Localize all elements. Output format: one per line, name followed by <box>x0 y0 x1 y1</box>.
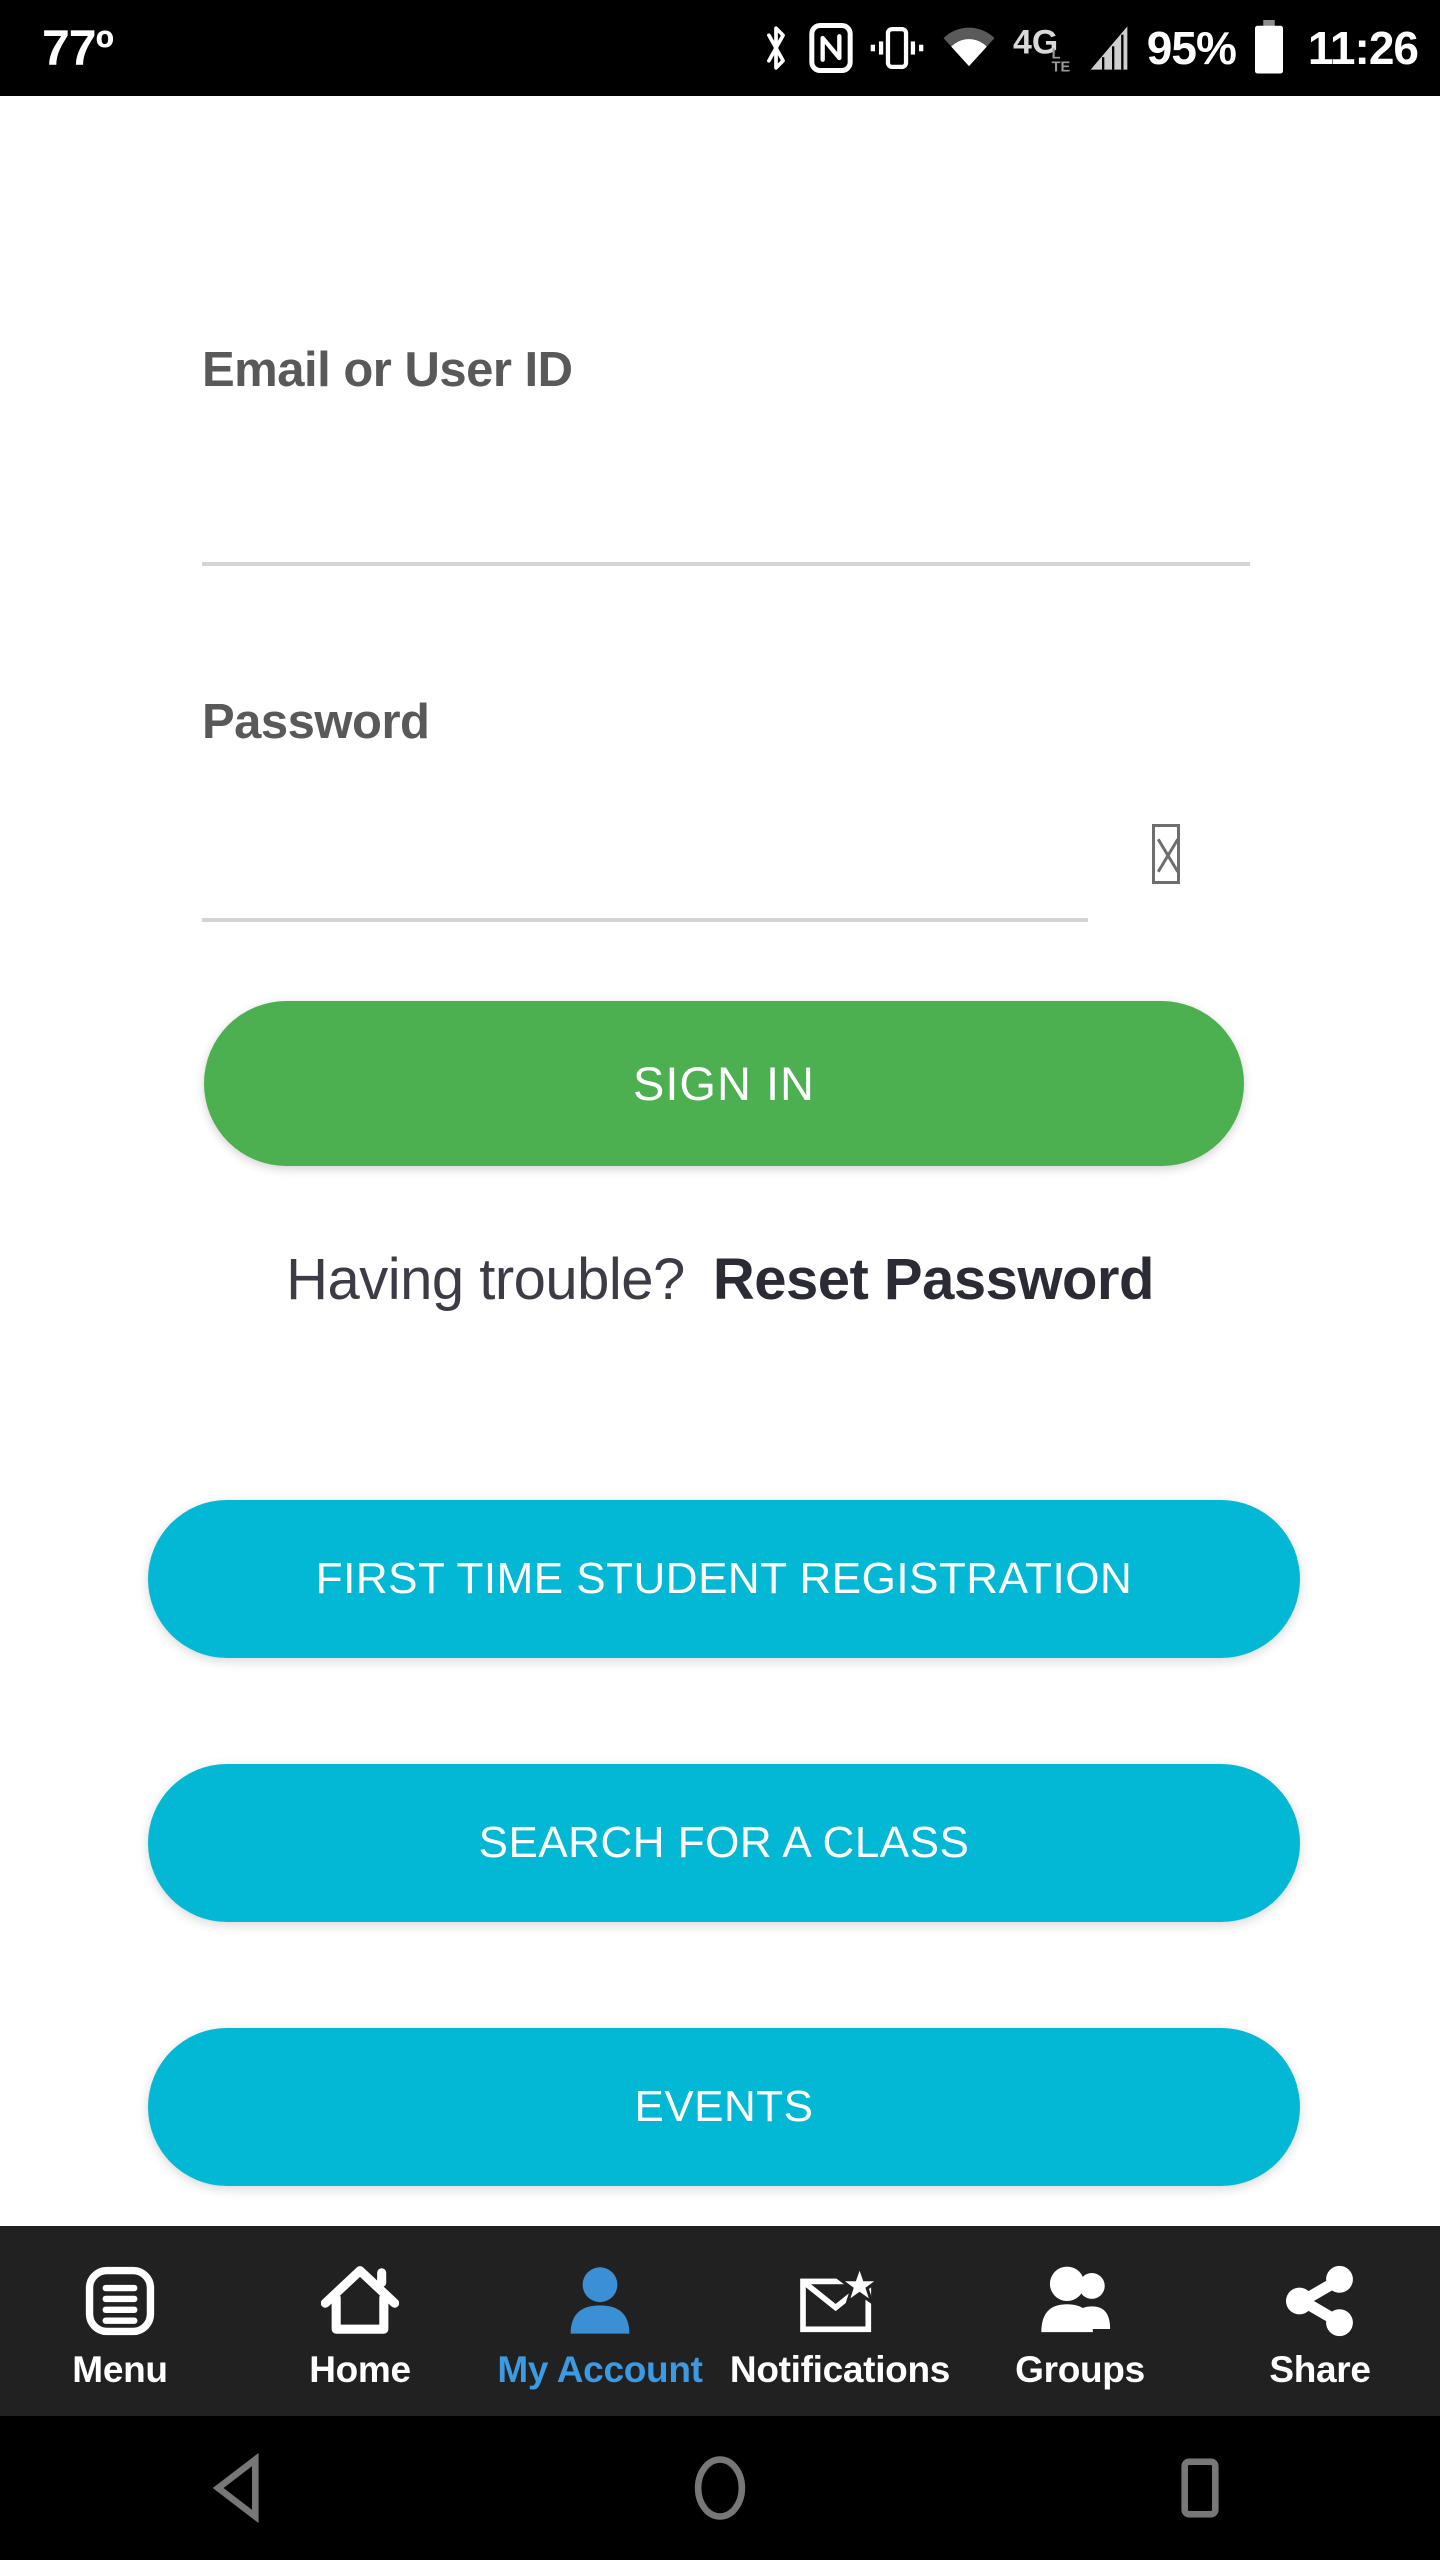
email-field-label: Email or User ID <box>202 343 573 397</box>
events-button[interactable]: EVENTS <box>148 2028 1300 2186</box>
reset-password-link[interactable]: Reset Password <box>713 1246 1155 1313</box>
android-navigation-bar <box>0 2416 1440 2560</box>
tab-label-home: Home <box>309 2349 411 2390</box>
people-group-icon <box>1037 2259 1123 2343</box>
battery-icon <box>1252 20 1286 76</box>
tab-share[interactable]: Share <box>1200 2226 1440 2416</box>
menu-list-icon <box>83 2259 157 2343</box>
bluetooth-icon <box>759 22 793 74</box>
help-row: Having trouble? Reset Password <box>0 1246 1440 1313</box>
envelope-star-icon <box>798 2259 882 2343</box>
tab-notifications[interactable]: Notifications <box>720 2226 960 2416</box>
status-bar: 77º 4G L TE 95% 11:26 <box>0 0 1440 96</box>
nfc-icon <box>809 23 853 73</box>
tab-label-menu: Menu <box>72 2349 168 2390</box>
password-field-underline <box>202 918 1088 922</box>
app-screen: 77º 4G L TE 95% 11:26 Email or User ID P… <box>0 0 1440 2560</box>
tab-label-notifications: Notifications <box>729 2349 951 2390</box>
wifi-icon <box>941 25 997 71</box>
person-icon <box>564 2259 636 2343</box>
tab-label-groups: Groups <box>1015 2349 1145 2390</box>
tab-my-account[interactable]: My Account <box>480 2226 720 2416</box>
password-input[interactable] <box>204 818 1074 906</box>
share-nodes-icon <box>1281 2259 1359 2343</box>
bottom-tab-bar: Menu Home My Account Notifications Group… <box>0 2226 1440 2416</box>
status-temperature: 77º <box>42 20 114 76</box>
tab-label-my-account: My Account <box>497 2349 703 2390</box>
signal-bars-icon <box>1087 23 1131 73</box>
back-triangle-icon[interactable] <box>150 2416 330 2560</box>
svg-text:TE: TE <box>1051 59 1070 73</box>
vibrate-icon <box>869 25 925 71</box>
search-for-a-class-button[interactable]: SEARCH FOR A CLASS <box>148 1764 1300 1922</box>
first-time-student-registration-button[interactable]: FIRST TIME STUDENT REGISTRATION <box>148 1500 1300 1658</box>
login-content: Email or User ID Password SIGN IN Having… <box>0 96 1440 2226</box>
tab-home[interactable]: Home <box>240 2226 480 2416</box>
password-field-label: Password <box>202 695 430 749</box>
sign-in-button[interactable]: SIGN IN <box>204 1001 1244 1166</box>
status-icons-group: 4G L TE 95% 11:26 <box>759 20 1419 76</box>
tab-label-share: Share <box>1269 2349 1371 2390</box>
home-circle-icon[interactable] <box>630 2416 810 2560</box>
status-clock: 11:26 <box>1307 22 1419 74</box>
recents-square-icon[interactable] <box>1110 2416 1290 2560</box>
home-icon <box>321 2259 399 2343</box>
missing-glyph-tofu-icon[interactable] <box>1152 824 1180 884</box>
email-field-underline <box>202 562 1250 566</box>
network-4glte-icon: 4G L TE <box>1013 23 1071 76</box>
tab-menu[interactable]: Menu <box>0 2226 240 2416</box>
email-input[interactable] <box>204 466 1244 554</box>
tab-groups[interactable]: Groups <box>960 2226 1200 2416</box>
battery-percent-label: 95% <box>1146 22 1237 74</box>
having-trouble-label: Having trouble? <box>286 1247 685 1312</box>
